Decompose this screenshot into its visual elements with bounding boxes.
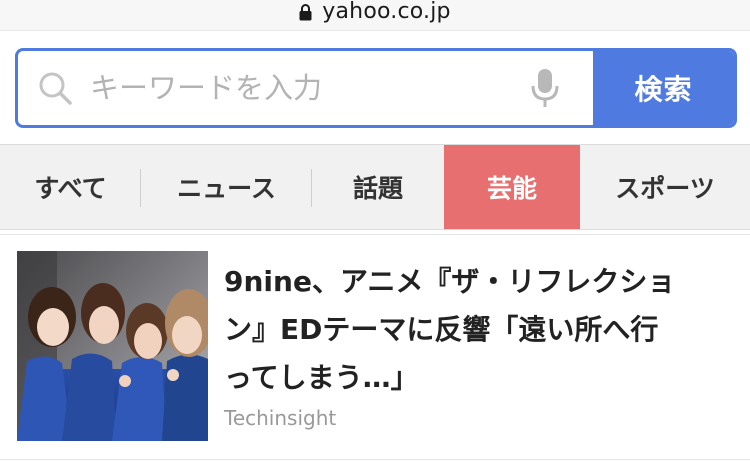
tab-sports[interactable]: スポーツ xyxy=(580,145,750,229)
tab-topics[interactable]: 話題 xyxy=(312,145,444,229)
microphone-icon[interactable] xyxy=(530,68,560,114)
search-input[interactable] xyxy=(90,51,510,125)
browser-url-bar[interactable]: yahoo.co.jp xyxy=(0,0,750,31)
category-tabs: すべて ニュース 話題 芸能 スポーツ xyxy=(0,144,750,230)
tab-label: ニュース xyxy=(177,174,276,203)
article-thumbnail[interactable] xyxy=(17,251,208,441)
tab-all[interactable]: すべて xyxy=(0,145,141,229)
tab-label: スポーツ xyxy=(615,174,715,203)
tab-label: 話題 xyxy=(352,174,403,203)
headline-line: ってしまう…」 xyxy=(224,361,419,394)
tab-label: すべて xyxy=(34,174,107,203)
search-icon xyxy=(38,71,74,111)
headline-line: ン』EDテーマに反響「遠い所へ行 xyxy=(224,313,659,346)
tab-label: 芸能 xyxy=(486,174,537,203)
lock-icon xyxy=(299,3,312,21)
search-field[interactable] xyxy=(18,51,593,125)
search-button[interactable]: 検索 xyxy=(593,51,734,125)
url-display: yahoo.co.jp xyxy=(299,0,451,24)
tab-news[interactable]: ニュース xyxy=(141,145,312,229)
article-source: Techinsight xyxy=(224,406,337,430)
url-text: yahoo.co.jp xyxy=(322,0,451,24)
article-headline[interactable]: 9nine、アニメ『ザ・リフレクショ ン』EDテーマに反響「遠い所へ行 ってしま… xyxy=(224,258,724,402)
search-bar: 検索 xyxy=(15,48,737,128)
headline-line: 9nine、アニメ『ザ・リフレクショ xyxy=(224,265,676,298)
tab-entertainment[interactable]: 芸能 xyxy=(444,145,580,229)
